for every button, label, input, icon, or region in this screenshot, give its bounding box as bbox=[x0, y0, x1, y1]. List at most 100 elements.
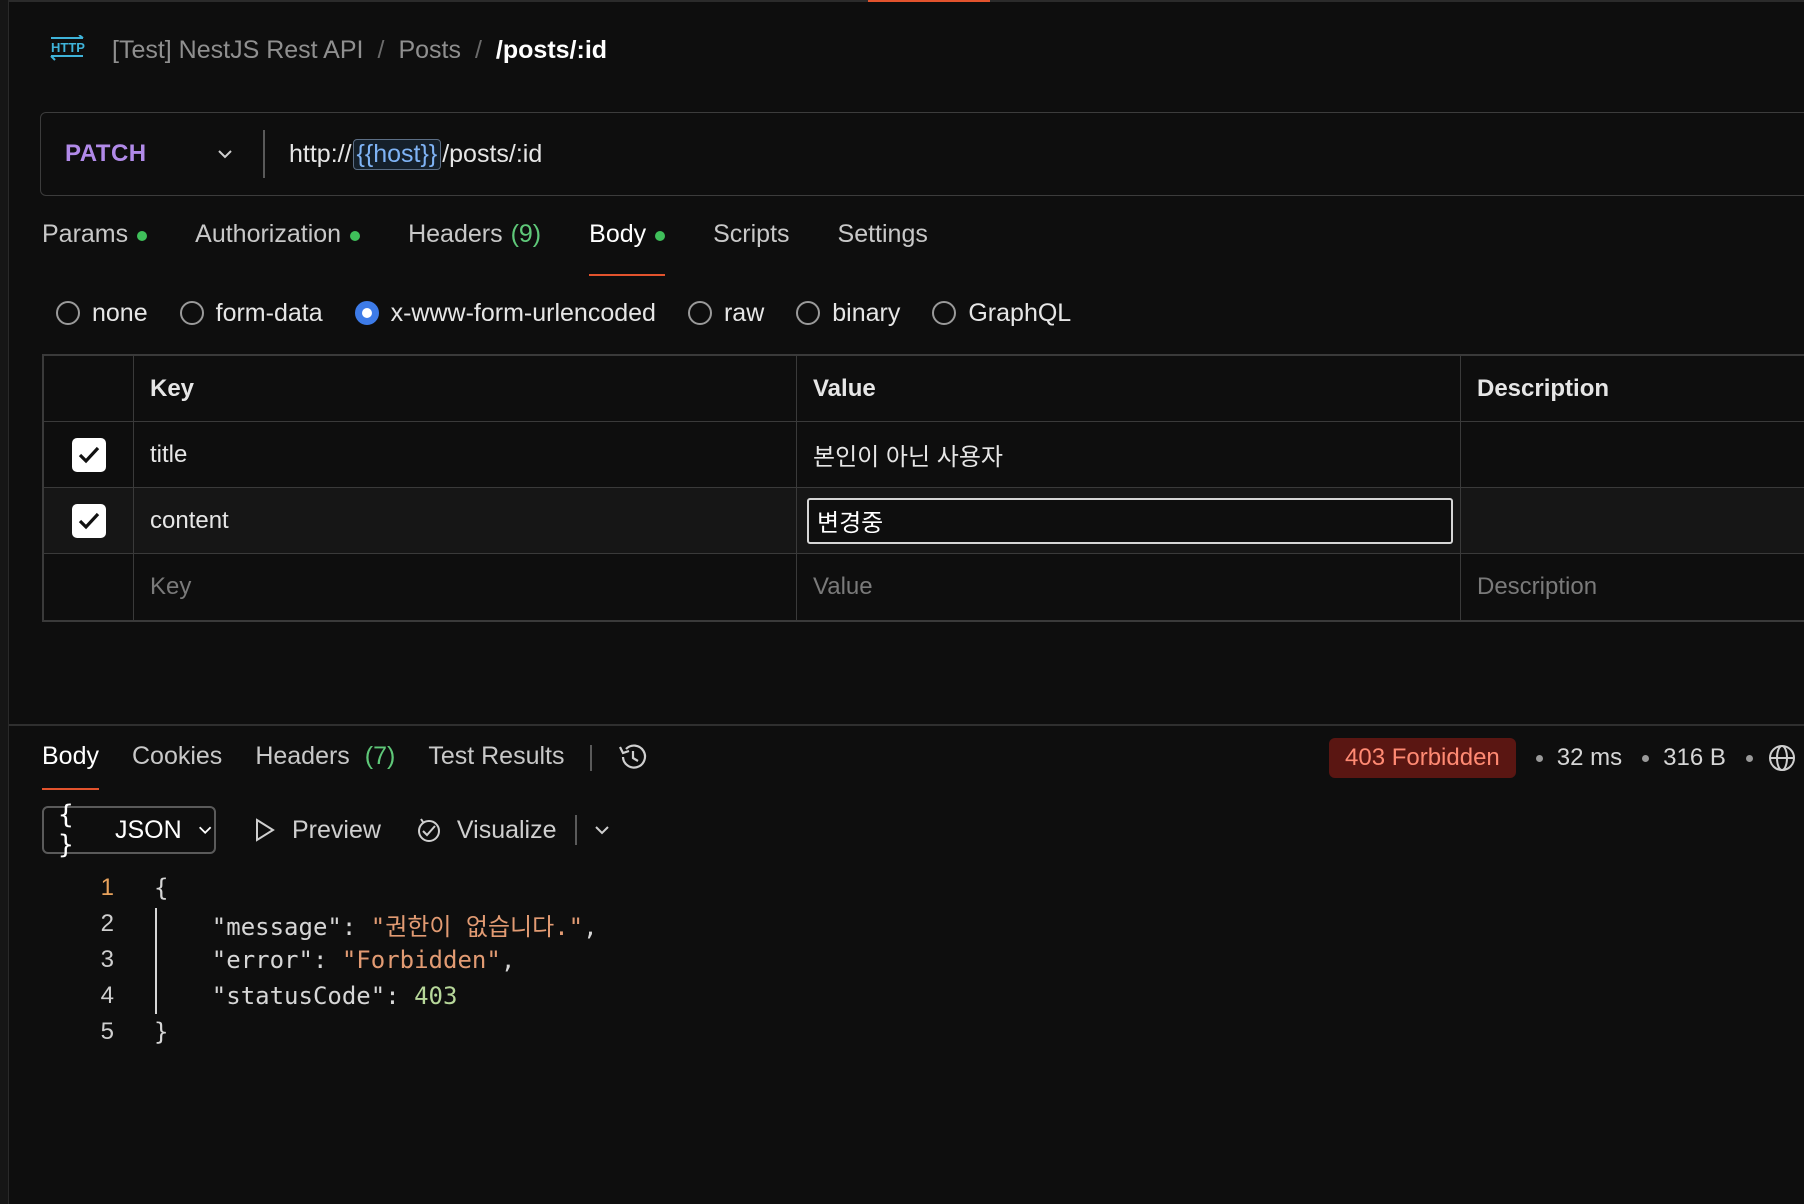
radio-raw[interactable]: raw bbox=[687, 299, 764, 328]
json-string-value: "Forbidden" bbox=[341, 946, 501, 974]
radio-button[interactable] bbox=[56, 301, 80, 325]
radio-label: none bbox=[92, 298, 148, 327]
radio-graphql[interactable]: GraphQL bbox=[932, 299, 1071, 328]
new-description-input[interactable]: Description bbox=[1461, 554, 1804, 620]
tab-label: Headers bbox=[255, 742, 350, 770]
radio-label: binary bbox=[832, 298, 901, 327]
row-check-cell bbox=[44, 488, 134, 553]
response-body-viewer[interactable]: 1 { 2 "message": "권한이 없습니다.", 3 "error":… bbox=[60, 870, 598, 1050]
radio-button[interactable] bbox=[179, 301, 204, 325]
radio-none[interactable]: none bbox=[56, 299, 148, 328]
json-number-value: 403 bbox=[414, 982, 458, 1010]
new-key-input[interactable]: Key bbox=[134, 554, 797, 620]
new-value-input[interactable]: Value bbox=[797, 554, 1461, 620]
bullet-separator bbox=[1535, 754, 1543, 762]
header-value: Value bbox=[797, 356, 1461, 421]
visualize-label: Visualize bbox=[456, 815, 557, 844]
breadcrumb-current-request[interactable]: /posts/:id bbox=[496, 36, 607, 65]
response-time[interactable]: 32 ms bbox=[1557, 744, 1622, 772]
visualize-button[interactable]: Visualize bbox=[415, 816, 557, 845]
globe-icon[interactable] bbox=[1767, 743, 1797, 773]
code-line: 5 } bbox=[60, 1014, 598, 1050]
play-icon bbox=[256, 818, 275, 842]
method-label: PATCH bbox=[65, 140, 147, 167]
radio-form-data[interactable]: form-data bbox=[179, 299, 323, 328]
tab-label: Headers bbox=[408, 220, 503, 248]
tab-label: Scripts bbox=[713, 220, 790, 248]
status-dot bbox=[137, 231, 148, 241]
row-description-input[interactable] bbox=[1461, 422, 1804, 487]
url-path: /posts/:id bbox=[442, 139, 543, 168]
tab-params[interactable]: Params bbox=[42, 220, 148, 276]
response-divider[interactable] bbox=[9, 724, 1804, 726]
response-status-bar: 403 Forbidden 32 ms 316 B bbox=[1329, 737, 1797, 779]
header-check-cell bbox=[44, 356, 134, 421]
method-dropdown[interactable]: PATCH bbox=[41, 113, 263, 195]
sidebar-edge bbox=[0, 0, 9, 1204]
code-text: } bbox=[154, 1018, 168, 1046]
breadcrumb-collection[interactable]: [Test] NestJS Rest API bbox=[112, 36, 363, 65]
tab-settings[interactable]: Settings bbox=[838, 220, 928, 276]
line-number: 1 bbox=[100, 874, 114, 901]
breadcrumb-separator: / bbox=[377, 35, 385, 64]
active-tab-indicator bbox=[868, 0, 990, 2]
table-row: title 본인이 아닌 사용자 bbox=[44, 422, 1804, 488]
form-urlencoded-table: Key Value Description title 본인이 아닌 사용자 c… bbox=[42, 354, 1804, 622]
breadcrumb: HTTP [Test] NestJS Rest API / Posts / /p… bbox=[50, 30, 607, 70]
line-number: 3 bbox=[100, 946, 114, 973]
status-dot bbox=[655, 231, 666, 241]
code-text: "message": "권한이 없습니다.", bbox=[211, 912, 598, 941]
response-tabs: Body Cookies Headers (7) Test Results bbox=[42, 742, 650, 790]
row-key-input[interactable]: title bbox=[134, 422, 797, 487]
preview-button[interactable]: Preview bbox=[250, 816, 381, 845]
response-tab-headers[interactable]: Headers (7) bbox=[255, 742, 395, 790]
radio-button-selected[interactable] bbox=[354, 301, 379, 325]
row-value-input-focused[interactable]: 변경중 bbox=[807, 497, 1453, 544]
tab-body[interactable]: Body bbox=[589, 220, 666, 276]
breadcrumb-folder[interactable]: Posts bbox=[398, 36, 461, 65]
headers-count: (9) bbox=[510, 220, 542, 248]
code-line: 3 "error": "Forbidden", bbox=[60, 942, 598, 978]
row-checkbox[interactable] bbox=[71, 503, 106, 538]
response-tab-cookies[interactable]: Cookies bbox=[132, 742, 222, 790]
tab-scripts[interactable]: Scripts bbox=[713, 220, 789, 276]
radio-x-www-form-urlencoded[interactable]: x-www-form-urlencoded bbox=[354, 298, 656, 328]
json-key: "message" bbox=[211, 912, 342, 941]
line-number: 4 bbox=[100, 982, 114, 1009]
json-string-value: "권한이 없습니다." bbox=[370, 912, 584, 941]
chevron-down-icon[interactable] bbox=[591, 819, 613, 841]
radio-label: x-www-form-urlencoded bbox=[390, 298, 656, 327]
tab-label: Body bbox=[589, 220, 647, 248]
preview-label: Preview bbox=[292, 815, 381, 844]
radio-label: GraphQL bbox=[968, 298, 1072, 327]
body-type-selector: none form-data x-www-form-urlencoded raw… bbox=[56, 293, 1103, 333]
url-input[interactable]: http:// {{host}} /posts/:id bbox=[265, 138, 543, 170]
chevron-down-icon bbox=[198, 826, 211, 835]
url-bar: PATCH http:// {{host}} /posts/:id bbox=[40, 112, 1804, 196]
row-check-cell bbox=[44, 554, 134, 620]
status-badge[interactable]: 403 Forbidden bbox=[1329, 738, 1516, 778]
close-brace: } bbox=[154, 1018, 169, 1046]
history-icon[interactable] bbox=[616, 740, 650, 774]
url-variable-host[interactable]: {{host}} bbox=[352, 138, 442, 170]
row-value-input[interactable]: 본인이 아닌 사용자 bbox=[797, 422, 1461, 487]
response-size[interactable]: 316 B bbox=[1663, 744, 1726, 772]
radio-binary[interactable]: binary bbox=[796, 299, 900, 328]
tab-headers[interactable]: Headers (9) bbox=[408, 220, 541, 276]
breadcrumb-separator: / bbox=[474, 35, 482, 64]
table-row: content 변경중 bbox=[44, 488, 1804, 554]
response-tab-body[interactable]: Body bbox=[42, 742, 99, 790]
status-dot bbox=[350, 231, 361, 241]
tab-authorization[interactable]: Authorization bbox=[195, 220, 361, 276]
json-key: "error" bbox=[211, 946, 313, 974]
row-checkbox[interactable] bbox=[71, 437, 106, 472]
postman-request-view: HTTP [Test] NestJS Rest API / Posts / /p… bbox=[0, 0, 1804, 1204]
radio-button[interactable] bbox=[932, 301, 957, 325]
code-line: 1 { bbox=[60, 870, 598, 906]
format-dropdown[interactable]: { } JSON bbox=[42, 800, 216, 860]
radio-button[interactable] bbox=[796, 301, 821, 325]
row-key-input[interactable]: content bbox=[134, 488, 797, 553]
row-description-input[interactable] bbox=[1461, 488, 1804, 553]
response-tab-test-results[interactable]: Test Results bbox=[428, 742, 564, 790]
radio-button[interactable] bbox=[687, 301, 712, 325]
